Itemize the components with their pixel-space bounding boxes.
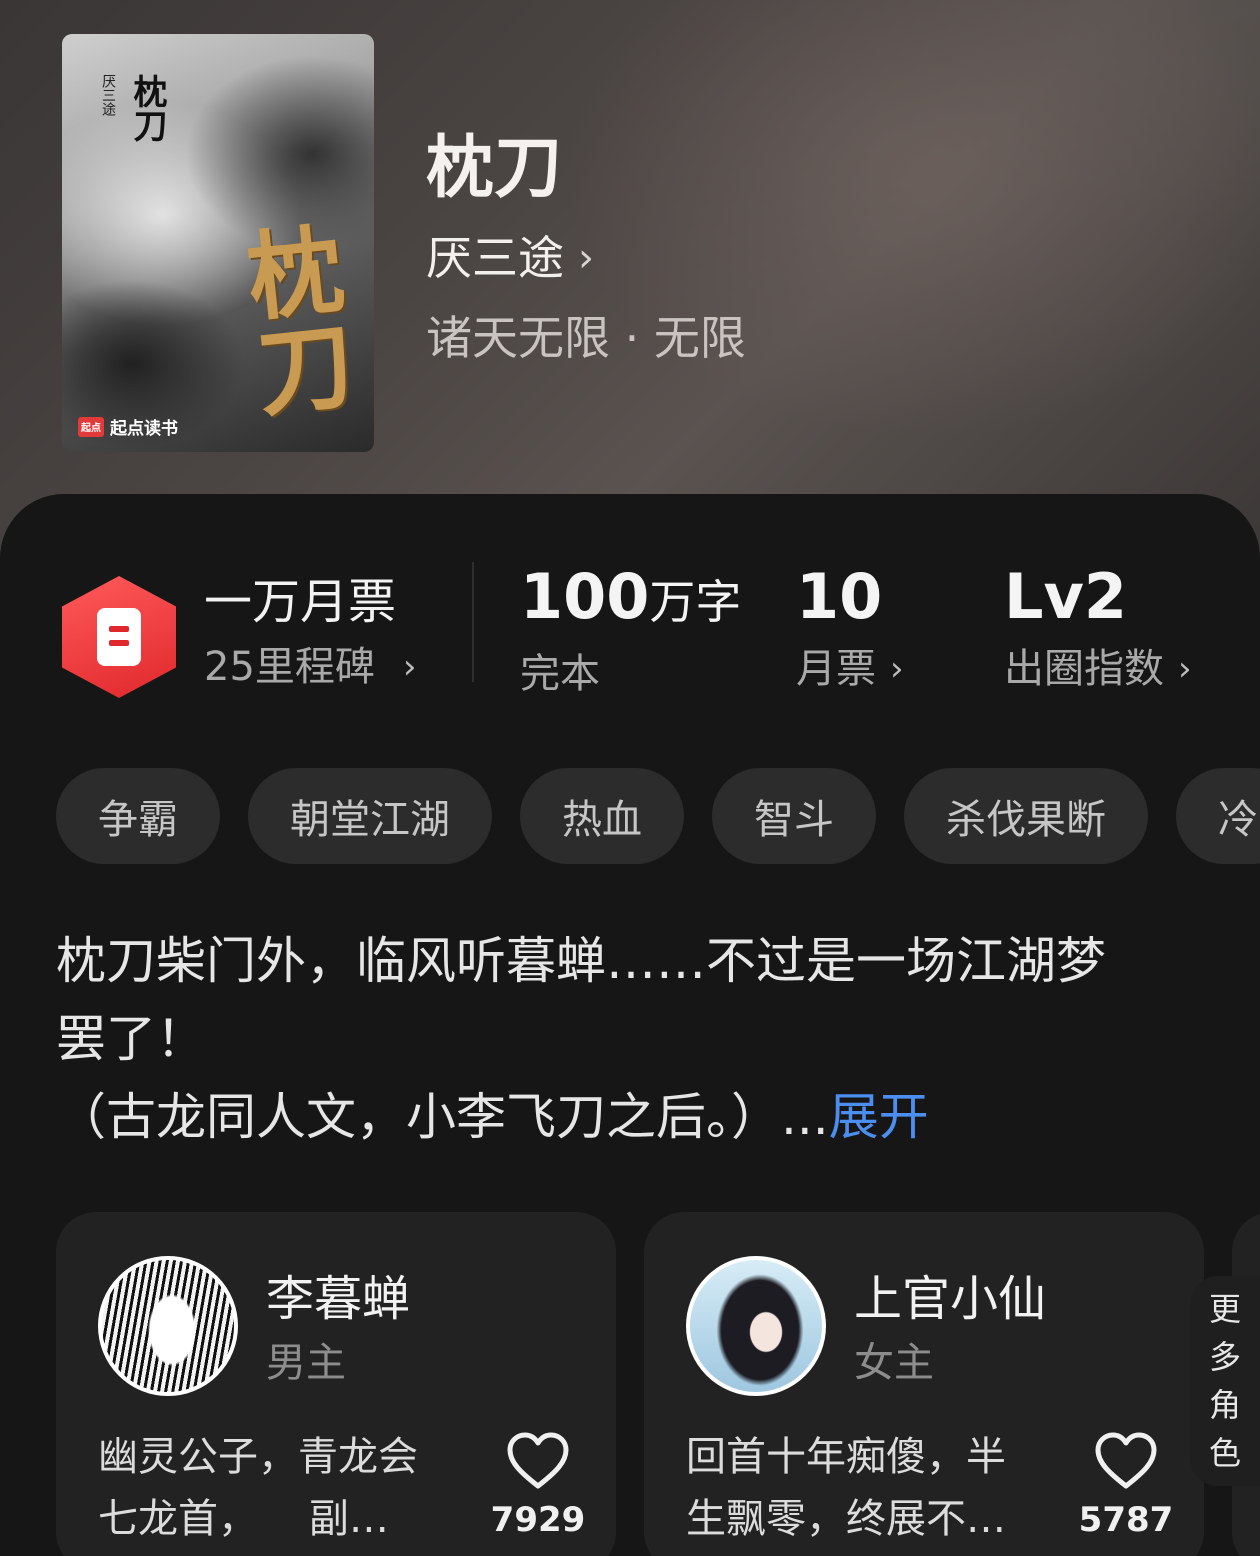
word-count-unit: 万字 — [649, 575, 742, 629]
cover-big-title: 枕刀 — [226, 218, 359, 421]
chevron-right-icon: › — [402, 647, 417, 687]
word-count-stat: 100万字 完本 — [520, 560, 741, 701]
character-avatar — [98, 1256, 238, 1396]
monthly-ticket-link: 月票 › — [796, 642, 904, 696]
book-description: 枕刀柴门外，临风听暮蝉……不过是一场江湖梦 罢了！ （古龙同人文，小李飞刀之后。… — [56, 922, 1196, 1156]
cover-brand: 起点 起点读书 — [78, 414, 178, 439]
tag-chip[interactable]: 冷 — [1176, 768, 1260, 864]
character-role: 男主 — [266, 1340, 346, 1386]
heart-outline-icon[interactable] — [506, 1432, 570, 1490]
book-title: 枕刀 — [426, 128, 563, 208]
description-line-1: 枕刀柴门外，临风听暮蝉……不过是一场江湖梦 — [56, 932, 1106, 990]
tag-chip[interactable]: 热血 — [520, 768, 684, 864]
author-link[interactable]: 厌三途 › — [426, 228, 594, 288]
character-card[interactable]: 李暮蝉 男主 幽灵公子，青龙会 七龙首， 副… 7929 — [56, 1212, 616, 1556]
more-roles-char: 色 — [1208, 1434, 1241, 1472]
character-name: 李暮蝉 — [266, 1271, 411, 1327]
stats-divider — [472, 562, 474, 682]
book-cover[interactable]: 厌三途 枕刀 枕刀 起点 起点读书 — [62, 34, 374, 452]
expand-link[interactable]: 展开 — [829, 1088, 929, 1146]
cover-brand-text: 起点读书 — [110, 419, 178, 439]
word-count-label: 完本 — [520, 651, 600, 697]
milestone-sub: 25里程碑 — [204, 644, 375, 690]
milestone-title: 一万月票 — [204, 574, 397, 630]
monthly-ticket-stat[interactable]: 10 月票 › — [796, 560, 904, 696]
character-description: 回首十年痴傻，半 生飘零，终展不… — [686, 1426, 1036, 1550]
like-count: 7929 — [490, 1500, 586, 1540]
popularity-index-stat[interactable]: Lv2 出圈指数 › — [1004, 560, 1192, 696]
cover-small-title: 枕刀 — [127, 74, 167, 142]
character-description: 幽灵公子，青龙会 七龙首， 副… — [98, 1426, 448, 1550]
character-desc-line: 回首十年痴傻，半 — [686, 1434, 1006, 1480]
book-genre: 诸天无限 · 无限 — [426, 311, 746, 365]
tag-chip[interactable]: 争霸 — [56, 768, 220, 864]
like-count: 5787 — [1078, 1500, 1174, 1540]
character-desc-line: 生飘零，终展不… — [686, 1496, 1006, 1542]
ticket-icon-glyph — [97, 608, 141, 666]
description-line-3: （古龙同人文，小李飞刀之后。）... — [56, 1088, 829, 1146]
more-roles-button[interactable]: 更 多 角 色 — [1190, 1276, 1260, 1486]
popularity-index-value: Lv2 — [1004, 560, 1128, 633]
milestone-link[interactable]: 25里程碑 › — [204, 640, 417, 694]
tag-chip[interactable]: 杀伐果断 — [904, 768, 1148, 864]
character-card[interactable]: 上官小仙 女主 回首十年痴傻，半 生飘零，终展不… 5787 — [644, 1212, 1204, 1556]
description-line-2: 罢了！ — [56, 1010, 206, 1068]
character-name: 上官小仙 — [854, 1271, 1047, 1327]
qidian-logo-icon: 起点 — [78, 416, 104, 437]
word-count-value: 100万字 — [520, 560, 741, 639]
tag-chip[interactable]: 朝堂江湖 — [248, 768, 492, 864]
word-count-number: 100 — [520, 560, 650, 633]
author-name: 厌三途 — [426, 231, 564, 285]
more-roles-char: 更 — [1208, 1290, 1241, 1328]
chevron-right-icon: › — [578, 235, 594, 281]
monthly-ticket-label: 月票 — [796, 646, 876, 692]
description-line-3-row: （古龙同人文，小李飞刀之后。）...展开 — [56, 1078, 1196, 1156]
chevron-right-icon: › — [1178, 649, 1192, 689]
character-desc-line: 七龙首， 副… — [98, 1496, 389, 1542]
popularity-index-label: 出圈指数 — [1004, 646, 1164, 692]
cover-author-text: 厌三途 — [100, 74, 116, 116]
more-roles-char: 多 — [1208, 1338, 1241, 1376]
monthly-ticket-value: 10 — [796, 560, 883, 633]
character-avatar — [686, 1256, 826, 1396]
popularity-index-link: 出圈指数 › — [1004, 642, 1192, 696]
tag-list: 争霸 朝堂江湖 热血 智斗 杀伐果断 冷 — [56, 768, 1260, 864]
character-role: 女主 — [854, 1340, 934, 1386]
more-roles-char: 角 — [1208, 1386, 1241, 1424]
heart-outline-icon[interactable] — [1094, 1432, 1158, 1490]
character-desc-line: 幽灵公子，青龙会 — [98, 1434, 418, 1480]
tag-chip[interactable]: 智斗 — [712, 768, 876, 864]
chevron-right-icon: › — [890, 649, 904, 689]
